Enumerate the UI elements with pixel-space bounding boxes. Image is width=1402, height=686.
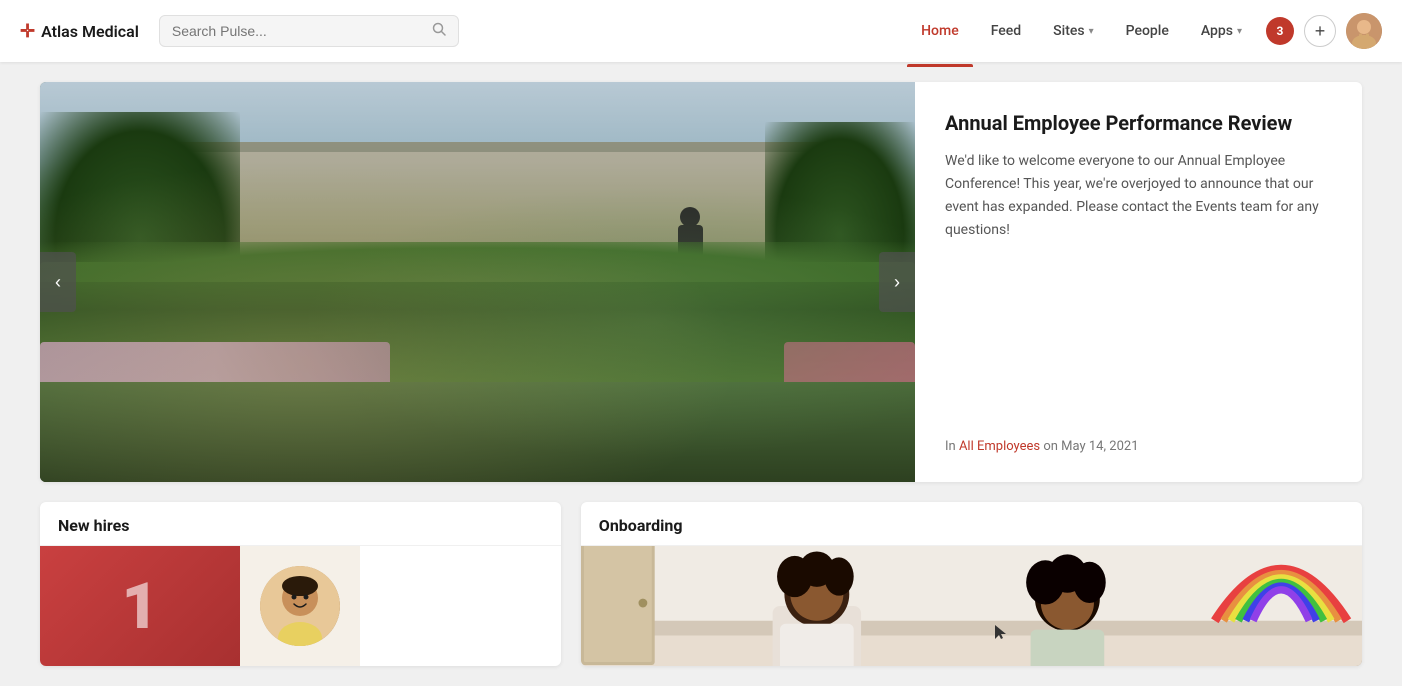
carousel-title: Annual Employee Performance Review — [945, 110, 1332, 136]
avatar[interactable] — [1346, 13, 1382, 49]
carousel-meta: In All Employees on May 14, 2021 — [945, 439, 1332, 454]
new-hires-number: 1 — [121, 569, 158, 644]
onboarding-card: Onboarding — [581, 502, 1362, 666]
onboarding-thumbnail — [581, 546, 1362, 666]
sites-chevron-icon: ▾ — [1089, 26, 1094, 37]
new-hires-thumbnail: 1 — [40, 546, 240, 666]
new-hires-avatar-area — [240, 546, 360, 666]
nav-item-apps[interactable]: Apps ▾ — [1187, 15, 1256, 47]
logo[interactable]: ✛ Atlas Medical — [20, 21, 139, 42]
new-hire-avatar — [260, 566, 340, 646]
nav-item-home[interactable]: Home — [907, 15, 973, 47]
nav-item-feed[interactable]: Feed — [977, 15, 1035, 47]
carousel-image: ‹ › — [40, 82, 915, 482]
carousel-bg — [40, 82, 915, 482]
meta-suffix: on May 14, 2021 — [1043, 439, 1138, 454]
new-hires-card-body: 1 — [40, 546, 561, 666]
main-content: ‹ › Annual Employee Performance Review W… — [0, 62, 1402, 686]
search-input[interactable] — [172, 23, 424, 39]
new-hires-card: New hires 1 — [40, 502, 561, 666]
nav-item-people[interactable]: People — [1112, 15, 1183, 47]
cursor-indicator — [995, 625, 1007, 641]
carousel-next-button[interactable]: › — [879, 252, 915, 312]
search-icon — [432, 22, 446, 40]
notification-badge[interactable]: 3 — [1266, 17, 1294, 45]
onboarding-card-header: Onboarding — [581, 502, 1362, 546]
search-bar[interactable] — [159, 15, 459, 47]
cards-row: New hires 1 — [40, 502, 1362, 666]
carousel-body: We'd like to welcome everyone to our Ann… — [945, 150, 1332, 419]
carousel-content: Annual Employee Performance Review We'd … — [915, 82, 1362, 482]
carousel-prev-button[interactable]: ‹ — [40, 252, 76, 312]
logo-cross-icon: ✛ — [20, 21, 35, 42]
avatar-image — [1346, 13, 1382, 49]
carousel: ‹ › Annual Employee Performance Review W… — [40, 82, 1362, 482]
logo-text: Atlas Medical — [41, 22, 139, 41]
onboarding-card-body — [581, 546, 1362, 666]
main-nav: Home Feed Sites ▾ People Apps ▾ 3 + — [907, 13, 1382, 49]
nav-item-sites[interactable]: Sites ▾ — [1039, 15, 1107, 47]
meta-prefix: In — [945, 439, 956, 454]
apps-chevron-icon: ▾ — [1237, 26, 1242, 37]
header: ✛ Atlas Medical Home Feed Sites ▾ People… — [0, 0, 1402, 62]
all-employees-link[interactable]: All Employees — [959, 439, 1040, 454]
carousel-overlay — [40, 82, 915, 482]
new-hires-card-header: New hires — [40, 502, 561, 546]
add-button[interactable]: + — [1304, 15, 1336, 47]
